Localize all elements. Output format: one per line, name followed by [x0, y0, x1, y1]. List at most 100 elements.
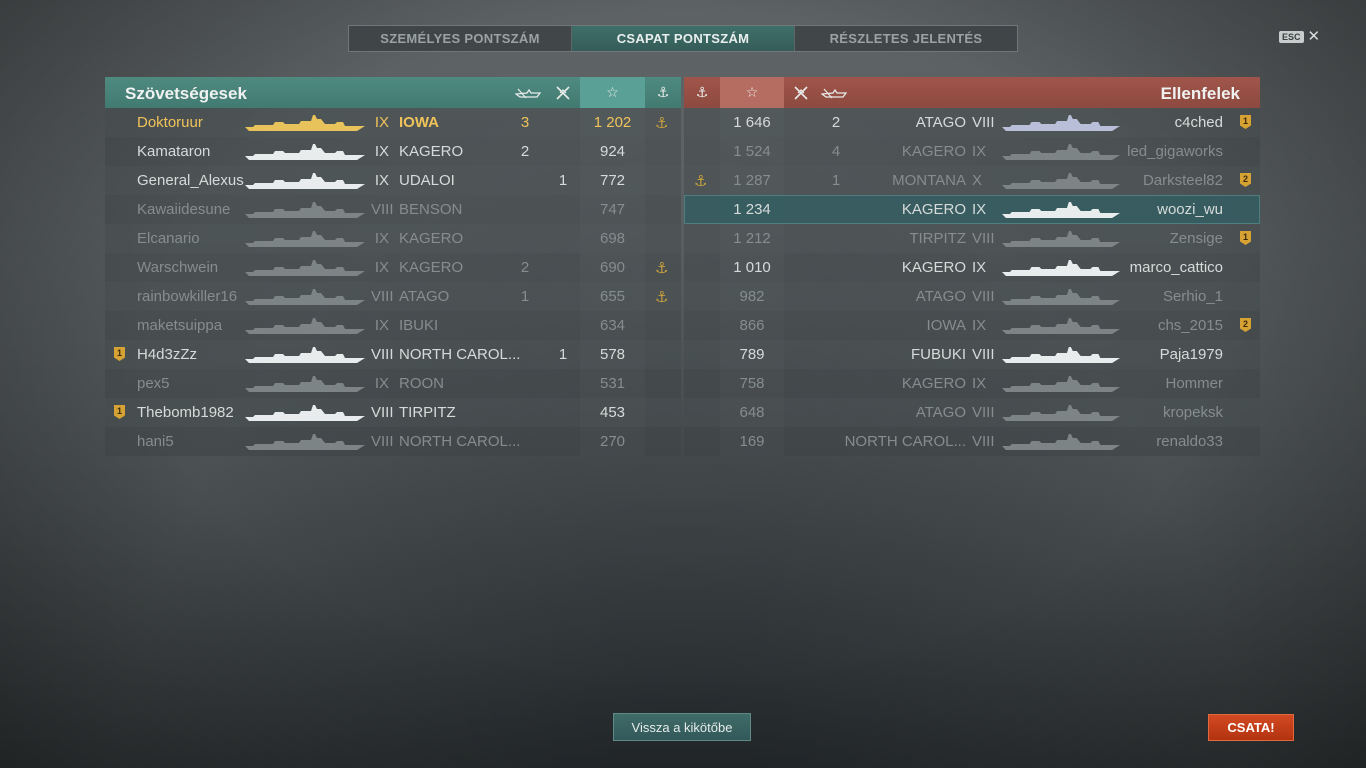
- player-row[interactable]: pex5 IX ROON 531: [105, 369, 681, 398]
- ship-kill-icon[interactable]: [511, 77, 545, 108]
- ship-silhouette-icon: [1002, 374, 1120, 394]
- ship-tier: IX: [374, 317, 389, 334]
- ship-name: NORTH CAROL...: [844, 433, 966, 450]
- player-name: hani5: [137, 433, 174, 450]
- ship-name: ROON: [399, 375, 444, 392]
- plane-kill-icon[interactable]: [545, 77, 580, 108]
- score: 270: [599, 433, 626, 450]
- score: 772: [599, 172, 626, 189]
- player-row[interactable]: Doktoruur IX IOWA 3 1 202 ⚓: [105, 108, 681, 137]
- player-row[interactable]: Kamataron IX KAGERO 2 924: [105, 137, 681, 166]
- star-icon[interactable]: ☆: [580, 77, 645, 108]
- ship-silhouette-icon: [1002, 345, 1120, 365]
- player-name: Zensige: [1169, 230, 1223, 247]
- ship-tier: IX: [972, 375, 987, 392]
- player-name: Darksteel82: [1142, 172, 1223, 189]
- rank-badge-icon: 1: [1240, 231, 1251, 245]
- player-row[interactable]: ⚓ 1 287 1 MONTANA X Darksteel82 2: [684, 166, 1260, 195]
- ship-name: ATAGO: [915, 288, 966, 305]
- ship-name: KAGERO: [901, 143, 966, 160]
- ship-silhouette-icon: [1002, 287, 1120, 307]
- ship-silhouette-icon: [245, 432, 365, 452]
- ship-tier: VIII: [972, 404, 995, 421]
- ship-name: NORTH CAROL...: [399, 346, 521, 363]
- ship-silhouette-icon: [245, 316, 365, 336]
- score: 698: [599, 230, 626, 247]
- ship-name: IOWA: [926, 317, 966, 334]
- player-row[interactable]: maketsuippa IX IBUKI 634: [105, 311, 681, 340]
- score: 1 646: [733, 114, 771, 131]
- ship-tier: IX: [374, 114, 389, 131]
- player-row[interactable]: 1 646 2 ATAGO VIII c4ched 1: [684, 108, 1260, 137]
- ship-tier: IX: [374, 230, 389, 247]
- player-row[interactable]: Warschwein IX KAGERO 2 690 ⚓: [105, 253, 681, 282]
- score: 1 212: [733, 230, 771, 247]
- player-name: Warschwein: [137, 259, 219, 276]
- player-row[interactable]: Kawaiidesune VIII BENSON 747: [105, 195, 681, 224]
- player-name: Hommer: [1165, 375, 1223, 392]
- player-row[interactable]: 1 234 KAGERO IX woozi_wu: [684, 195, 1260, 224]
- close-button[interactable]: ESC ✕: [1279, 29, 1321, 44]
- ship-silhouette-icon: [245, 142, 365, 162]
- player-row[interactable]: hani5 VIII NORTH CAROL... 270: [105, 427, 681, 456]
- back-to-port-button[interactable]: Vissza a kikötőbe: [613, 713, 751, 741]
- ship-tier: IX: [374, 259, 389, 276]
- player-name: Thebomb1982: [137, 404, 234, 421]
- player-name: chs_2015: [1157, 317, 1223, 334]
- ship-name: KAGERO: [901, 375, 966, 392]
- score: 634: [599, 317, 626, 334]
- player-row[interactable]: General_Alexus IX UDALOI 1 772: [105, 166, 681, 195]
- score: 531: [599, 375, 626, 392]
- rank-badge-icon: 1: [1240, 115, 1251, 129]
- ship-tier: VIII: [371, 346, 394, 363]
- player-row[interactable]: 1 Thebomb1982 VIII TIRPITZ 453: [105, 398, 681, 427]
- player-row[interactable]: 1 524 4 KAGERO IX led_gigaworks: [684, 137, 1260, 166]
- score: 453: [599, 404, 626, 421]
- player-row[interactable]: 866 IOWA IX chs_2015 2: [684, 311, 1260, 340]
- star-icon[interactable]: ☆: [720, 77, 784, 108]
- player-row[interactable]: 1 010 KAGERO IX marco_cattico: [684, 253, 1260, 282]
- score: 1 010: [733, 259, 771, 276]
- ship-silhouette-icon: [1002, 432, 1120, 452]
- tab-team-score[interactable]: CSAPAT PONTSZÁM: [572, 26, 795, 51]
- allies-panel: Szövetségesek ☆ ⚓ Doktoruur IX IOWA 3 1 202 ⚓…: [105, 77, 681, 457]
- player-row[interactable]: 789 FUBUKI VIII Paja1979: [684, 340, 1260, 369]
- ship-tier: VIII: [972, 346, 995, 363]
- player-row[interactable]: 758 KAGERO IX Hommer: [684, 369, 1260, 398]
- anchor-icon[interactable]: ⚓: [684, 77, 720, 108]
- score: 789: [739, 346, 765, 363]
- ship-tier: IX: [374, 143, 389, 160]
- player-row[interactable]: Elcanario IX KAGERO 698: [105, 224, 681, 253]
- ship-name: NORTH CAROL...: [399, 433, 521, 450]
- player-row[interactable]: 1 212 TIRPITZ VIII Zensige 1: [684, 224, 1260, 253]
- player-name: pex5: [137, 375, 170, 392]
- player-name: led_gigaworks: [1127, 143, 1223, 160]
- ship-kills: 1: [831, 172, 841, 189]
- battle-button[interactable]: CSATA!: [1208, 714, 1294, 741]
- player-row[interactable]: 982 ATAGO VIII Serhio_1: [684, 282, 1260, 311]
- player-row[interactable]: rainbowkiller16 VIII ATAGO 1 655 ⚓: [105, 282, 681, 311]
- ship-tier: IX: [374, 375, 389, 392]
- score: 866: [739, 317, 765, 334]
- player-row[interactable]: 169 NORTH CAROL... VIII renaldo33: [684, 427, 1260, 456]
- ship-name: ATAGO: [915, 404, 966, 421]
- score: 924: [599, 143, 626, 160]
- player-name: Kawaiidesune: [137, 201, 231, 218]
- ship-silhouette-icon: [245, 171, 365, 191]
- tab-personal-score[interactable]: SZEMÉLYES PONTSZÁM: [349, 26, 572, 51]
- ship-silhouette-icon: [1002, 171, 1120, 191]
- rank-badge-icon: 1: [114, 405, 125, 419]
- player-row[interactable]: 1 H4d3zZz VIII NORTH CAROL... 1 578: [105, 340, 681, 369]
- ship-kills: 2: [831, 114, 841, 131]
- score: 747: [599, 201, 626, 218]
- anchor-icon[interactable]: ⚓: [645, 77, 681, 108]
- ship-name: KAGERO: [901, 259, 966, 276]
- player-row[interactable]: 648 ATAGO VIII kropeksk: [684, 398, 1260, 427]
- player-name: Paja1979: [1159, 346, 1223, 363]
- anchor-icon: ⚓: [655, 260, 669, 277]
- ship-kill-icon[interactable]: [817, 77, 851, 108]
- plane-kill-icon[interactable]: [784, 77, 817, 108]
- ship-silhouette-icon: [1002, 258, 1120, 278]
- tab-detailed-report[interactable]: RÉSZLETES JELENTÉS: [795, 26, 1017, 51]
- close-icon[interactable]: ✕: [1308, 29, 1321, 44]
